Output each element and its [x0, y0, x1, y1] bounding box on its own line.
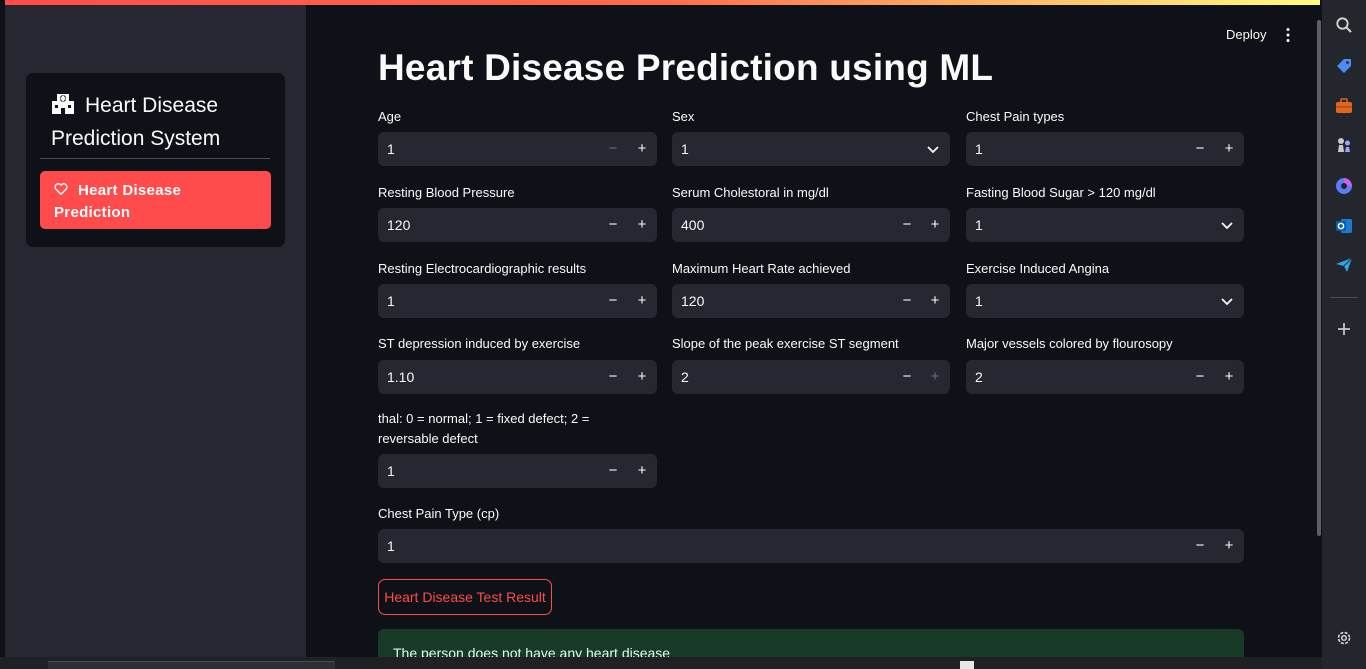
copilot-icon[interactable] [1335, 177, 1353, 195]
cp-input[interactable]: 1 − + [378, 529, 1244, 563]
nav-heart-disease-prediction[interactable]: Heart Disease Prediction [40, 171, 271, 229]
chest-pain-types-label: Chest Pain types [966, 109, 1065, 124]
chevron-down-icon [927, 146, 939, 154]
sex-label: Sex [672, 109, 695, 124]
age-increment-button[interactable]: + [628, 132, 656, 166]
resting-ecg-increment-button[interactable]: + [628, 284, 656, 318]
major-vessels-input[interactable]: 2 − + [966, 360, 1244, 394]
age-value: 1 [387, 141, 395, 157]
slope-input[interactable]: 2 − + [672, 360, 950, 394]
thal-decrement-button[interactable]: − [599, 454, 627, 488]
taskbar [0, 657, 1322, 669]
sex-select[interactable]: 1 [672, 132, 950, 166]
test-result-button[interactable]: Heart Disease Test Result [378, 579, 552, 615]
add-icon[interactable] [1335, 320, 1353, 338]
resting-bp-label: Resting Blood Pressure [378, 185, 515, 200]
max-hr-value: 120 [681, 293, 705, 309]
major-vessels-label: Major vessels colored by flourosopy [966, 336, 1173, 351]
major-vessels-value: 2 [975, 369, 983, 385]
serum-chol-label: Serum Cholestoral in mg/dl [672, 185, 829, 200]
age-decrement-button[interactable]: − [599, 132, 627, 166]
heart-icon [54, 183, 68, 195]
sidebar-menu-card: Heart Disease Prediction System Heart Di… [26, 73, 285, 247]
search-icon[interactable] [1335, 16, 1353, 34]
max-hr-label: Maximum Heart Rate achieved [672, 261, 851, 276]
slope-increment-button[interactable]: + [921, 360, 949, 394]
st-depression-input[interactable]: 1.10 − + [378, 360, 657, 394]
st-depression-value: 1.10 [387, 369, 415, 385]
resting-ecg-decrement-button[interactable]: − [599, 284, 627, 318]
chess-icon[interactable] [1335, 136, 1353, 154]
major-vessels-increment-button[interactable]: + [1215, 360, 1243, 394]
sidebar-title-text: Heart Disease Prediction System [51, 94, 221, 150]
exercise-angina-select[interactable]: 1 [966, 284, 1244, 318]
fasting-bs-value: 1 [975, 217, 983, 233]
st-depression-decrement-button[interactable]: − [599, 360, 627, 394]
rail-divider [1330, 297, 1358, 298]
taskbar-indicator [960, 661, 974, 669]
chest-pain-types-increment-button[interactable]: + [1215, 132, 1243, 166]
age-input[interactable]: 1 − + [378, 132, 657, 166]
serum-chol-decrement-button[interactable]: − [893, 208, 921, 242]
send-icon[interactable] [1335, 256, 1353, 274]
serum-chol-value: 400 [681, 217, 705, 233]
st-depression-label: ST depression induced by exercise [378, 336, 581, 351]
exercise-angina-value: 1 [975, 293, 983, 309]
thal-increment-button[interactable]: + [628, 454, 656, 488]
chest-pain-types-value: 1 [975, 141, 983, 157]
serum-chol-increment-button[interactable]: + [921, 208, 949, 242]
exercise-angina-label: Exercise Induced Angina [966, 261, 1110, 276]
sidebar-divider [40, 158, 270, 159]
hospital-icon [52, 94, 74, 114]
more-options-icon[interactable] [1284, 27, 1292, 43]
deploy-button[interactable]: Deploy [1226, 27, 1266, 42]
resting-ecg-input[interactable]: 1 − + [378, 284, 657, 318]
cp-label: Chest Pain Type (cp) [378, 506, 500, 521]
briefcase-icon[interactable] [1335, 97, 1353, 115]
chevron-down-icon [1221, 298, 1233, 306]
outlook-icon[interactable] [1335, 217, 1353, 235]
settings-icon[interactable] [1335, 629, 1353, 647]
resting-bp-decrement-button[interactable]: − [599, 208, 627, 242]
sex-value: 1 [681, 141, 689, 157]
max-hr-increment-button[interactable]: + [921, 284, 949, 318]
fasting-bs-label: Fasting Blood Sugar > 120 mg/dl [966, 185, 1156, 200]
resting-bp-value: 120 [387, 217, 411, 233]
fasting-bs-select[interactable]: 1 [966, 208, 1244, 242]
nav-label: Heart Disease Prediction [54, 182, 182, 221]
cp-value: 1 [387, 538, 395, 554]
page-title: Heart Disease Prediction using ML [378, 47, 994, 88]
main-scrollbar[interactable] [1317, 20, 1321, 536]
resting-ecg-label: Resting Electrocardiographic results [378, 261, 587, 276]
thal-input[interactable]: 1 − + [378, 454, 657, 488]
chest-pain-types-input[interactable]: 1 − + [966, 132, 1244, 166]
serum-chol-input[interactable]: 400 − + [672, 208, 950, 242]
resting-ecg-value: 1 [387, 293, 395, 309]
cp-increment-button[interactable]: + [1215, 529, 1243, 563]
sidebar: Heart Disease Prediction System Heart Di… [5, 5, 306, 657]
max-hr-input[interactable]: 120 − + [672, 284, 950, 318]
sidebar-title: Heart Disease Prediction System [51, 89, 271, 155]
slope-label: Slope of the peak exercise ST segment [672, 336, 899, 351]
chevron-down-icon [1221, 222, 1233, 230]
browser-side-rail [1322, 0, 1366, 669]
taskbar-tab[interactable] [48, 661, 335, 669]
slope-value: 2 [681, 369, 689, 385]
thal-label: thal: 0 = normal; 1 = fixed defect; 2 = … [378, 411, 590, 446]
slope-decrement-button[interactable]: − [893, 360, 921, 394]
st-depression-increment-button[interactable]: + [628, 360, 656, 394]
max-hr-decrement-button[interactable]: − [893, 284, 921, 318]
resting-bp-input[interactable]: 120 − + [378, 208, 657, 242]
cp-decrement-button[interactable]: − [1186, 529, 1214, 563]
tag-icon[interactable] [1335, 57, 1353, 75]
major-vessels-decrement-button[interactable]: − [1186, 360, 1214, 394]
chest-pain-types-decrement-button[interactable]: − [1186, 132, 1214, 166]
age-label: Age [378, 109, 402, 124]
resting-bp-increment-button[interactable]: + [628, 208, 656, 242]
thal-value: 1 [387, 463, 395, 479]
